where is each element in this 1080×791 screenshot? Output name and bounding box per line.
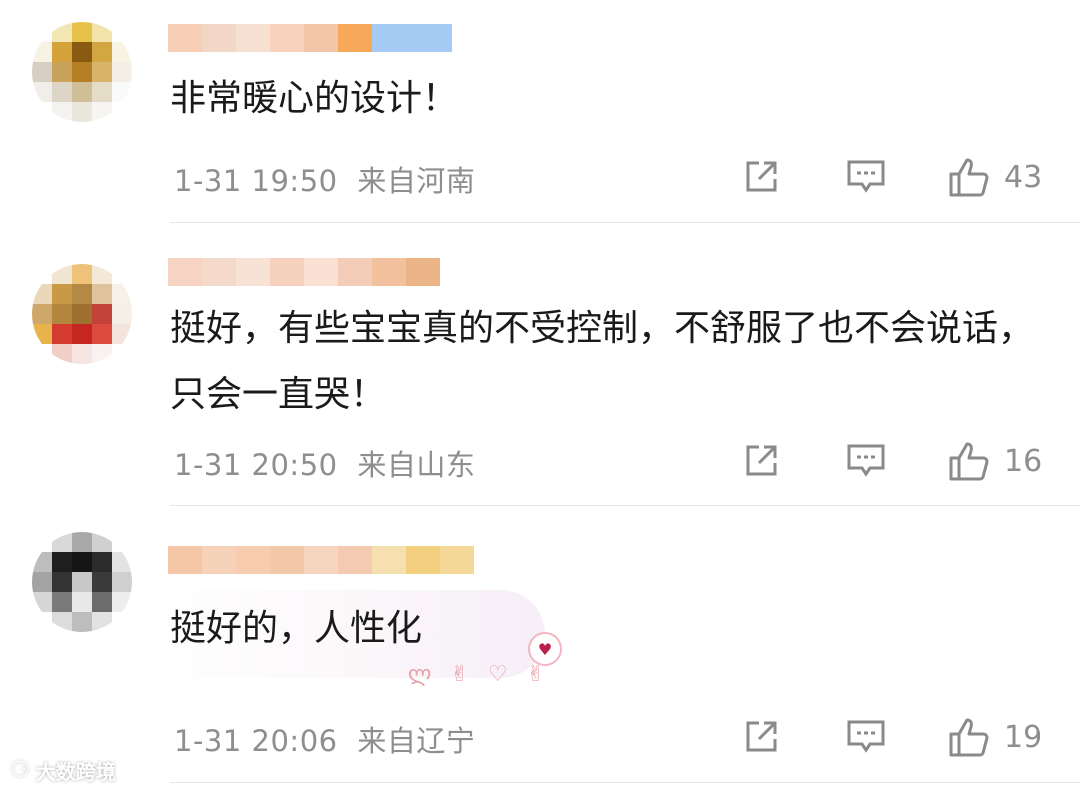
avatar-pixel	[32, 592, 52, 612]
divider	[170, 782, 1080, 783]
avatar-pixel	[112, 572, 132, 592]
username-pixel	[406, 546, 440, 574]
avatar-pixel	[72, 532, 92, 552]
avatar-pixel	[92, 552, 112, 572]
share-icon	[746, 721, 777, 752]
username-pixel	[236, 546, 270, 574]
avatar-pixel	[52, 612, 72, 632]
thumbs-up-icon	[949, 718, 989, 757]
avatar-pixel	[112, 592, 132, 612]
avatar-pixel	[92, 532, 112, 552]
comment-location: 来自辽宁	[357, 724, 476, 758]
watermark-logo-icon: ⚆	[10, 758, 30, 783]
username-blurred[interactable]	[168, 538, 474, 582]
username-pixel	[202, 546, 236, 574]
comment-icon	[847, 720, 885, 753]
avatar-pixel	[72, 612, 92, 632]
username-pixel	[372, 546, 406, 574]
avatar-pixel	[72, 572, 92, 592]
comment-time: 1-31 20:06	[174, 724, 338, 758]
heart-icon: ♥	[528, 632, 562, 666]
username-pixel	[270, 546, 304, 574]
avatar-pixel	[32, 572, 52, 592]
comment-meta: 1-31 20:06 来自辽宁	[174, 718, 475, 760]
reply-button[interactable]	[846, 718, 886, 756]
avatar[interactable]	[32, 532, 132, 632]
avatar-pixel	[32, 532, 52, 552]
comment-text: 挺好的，人性化	[170, 608, 423, 649]
avatar-pixel	[52, 572, 72, 592]
avatar-pixel	[72, 592, 92, 612]
avatar-pixel	[32, 612, 52, 632]
username-pixel	[440, 546, 474, 574]
like-count: 19	[1004, 719, 1043, 755]
username-pixel	[304, 546, 338, 574]
username-pixel	[338, 546, 372, 574]
avatar-pixel	[112, 532, 132, 552]
avatar-pixel	[52, 532, 72, 552]
avatar-pixel	[52, 552, 72, 572]
avatar-pixel	[72, 552, 92, 572]
avatar-pixel	[112, 612, 132, 632]
like-button[interactable]: 19	[948, 716, 1042, 758]
username-pixel	[168, 546, 202, 574]
avatar-pixel	[52, 592, 72, 612]
share-button[interactable]	[742, 718, 780, 756]
bubble-decoration-stickers: ლ ✌ ♡ ✌	[408, 662, 551, 687]
watermark: ⚆ 大数跨境	[10, 756, 116, 785]
avatar-pixel	[32, 552, 52, 572]
watermark-text: 大数跨境	[35, 760, 116, 784]
avatar-pixel	[112, 552, 132, 572]
avatar-pixel	[92, 592, 112, 612]
avatar-pixel	[92, 572, 112, 592]
avatar-pixel	[92, 612, 112, 632]
